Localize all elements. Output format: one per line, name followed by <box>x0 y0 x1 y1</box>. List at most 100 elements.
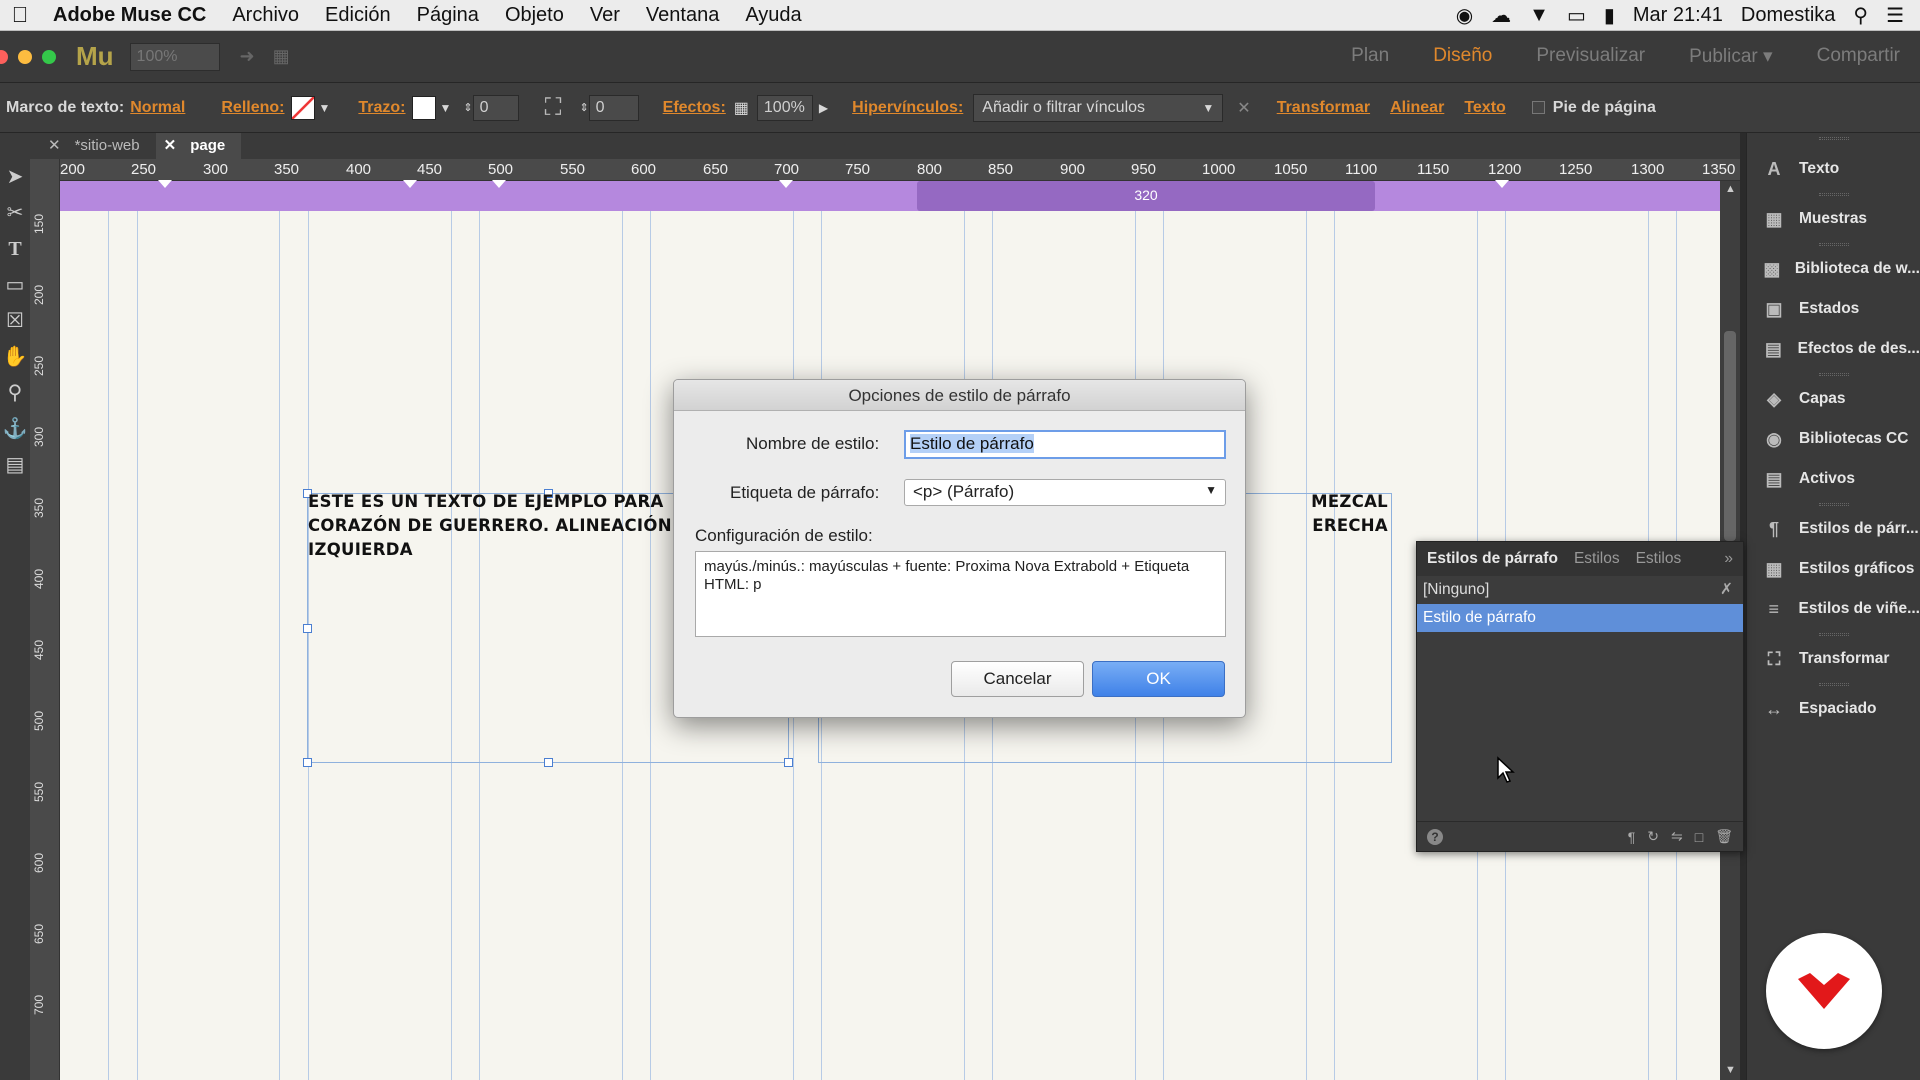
mode-publicar[interactable]: Publicar ▾ <box>1689 45 1772 68</box>
stroke-label[interactable]: Trazo: <box>358 99 405 117</box>
zoom-level-select[interactable]: 100% <box>129 42 220 71</box>
effects-label[interactable]: Efectos: <box>663 99 726 117</box>
corners-icon[interactable]: ⛶ <box>545 94 562 122</box>
horizontal-ruler[interactable]: 200 250 300 350 400 450 500 550 600 650 … <box>60 159 1740 181</box>
close-window-button[interactable] <box>0 49 8 64</box>
tab-styles[interactable]: Estilos <box>1574 550 1620 568</box>
menu-ventana[interactable]: Ventana <box>633 4 732 27</box>
scrollbar-thumb[interactable] <box>1724 331 1736 541</box>
preview-arrow-icon[interactable]: ➜ <box>240 46 255 67</box>
dock-grip[interactable] <box>1747 629 1920 639</box>
dock-grip[interactable] <box>1747 499 1920 509</box>
clear-link-icon[interactable]: ✕ <box>1237 98 1250 118</box>
panel-menu-icon[interactable]: » <box>1724 550 1743 568</box>
new-style-icon[interactable]: ¶ <box>1628 829 1636 845</box>
selection-tool-icon[interactable]: ➤ <box>0 159 30 195</box>
scroll-up-icon[interactable]: ▲ <box>1725 183 1736 195</box>
style-item-none[interactable]: [Ninguno] ✗ <box>1417 576 1743 604</box>
menu-edicion[interactable]: Edición <box>312 4 404 27</box>
crop-tool-icon[interactable]: ✂ <box>0 195 30 231</box>
stroke-swatch[interactable] <box>411 95 436 120</box>
breakpoint-marker[interactable] <box>492 180 506 188</box>
breakpoint-marker[interactable] <box>403 180 417 188</box>
text-link[interactable]: Texto <box>1464 99 1505 117</box>
trash-icon[interactable]: 🗑 <box>1715 828 1733 845</box>
hyperlinks-select[interactable]: Añadir o filtrar vínculos ▼ <box>973 93 1224 122</box>
mode-diseno[interactable]: Diseño <box>1433 45 1492 68</box>
dock-item-capas[interactable]: ◈ Capas <box>1747 379 1920 419</box>
opacity-input[interactable]: 100% <box>756 94 813 121</box>
dock-grip[interactable] <box>1747 133 1920 143</box>
sample-text-left[interactable]: ESTE ES UN TEXTO DE EJEMPLO PARA CORAZÓN… <box>308 490 672 562</box>
view-mode-icon[interactable]: ▦ <box>273 46 290 67</box>
stroke-dropdown-icon[interactable]: ▼ <box>440 101 452 115</box>
dock-item-activos[interactable]: ▤ Activos <box>1747 459 1920 499</box>
image-frame-tool-icon[interactable]: ☒ <box>0 303 30 339</box>
dock-item-estilos-parrafo[interactable]: ¶ Estilos de párr... <box>1747 509 1920 549</box>
dock-item-transformar[interactable]: ⛶ Transformar <box>1747 639 1920 679</box>
text-tool-icon[interactable]: T <box>0 231 30 267</box>
menu-archivo[interactable]: Archivo <box>219 4 312 27</box>
airplay-icon[interactable]: ▭ <box>1567 3 1586 28</box>
active-breakpoint[interactable]: 320 <box>917 181 1375 211</box>
vertical-ruler[interactable]: 150 200 250 300 350 400 450 500 550 600 … <box>30 159 77 1080</box>
resize-handle[interactable] <box>784 758 793 767</box>
menu-app-name[interactable]: Adobe Muse CC <box>40 4 219 27</box>
tab-styles-2[interactable]: Estilos <box>1636 550 1682 568</box>
dock-item-estados[interactable]: ▣ Estados <box>1747 289 1920 329</box>
close-icon[interactable]: ✕ <box>164 133 177 159</box>
dock-grip[interactable] <box>1747 369 1920 379</box>
ok-button[interactable]: OK <box>1092 661 1225 697</box>
menu-objeto[interactable]: Objeto <box>492 4 577 27</box>
help-icon[interactable]: ? <box>1427 828 1443 845</box>
dock-grip[interactable] <box>1747 679 1920 689</box>
clear-override-icon[interactable]: ✗ <box>1720 576 1733 604</box>
transform-link[interactable]: Transformar <box>1277 99 1370 117</box>
fill-swatch[interactable] <box>290 95 315 120</box>
notification-center-icon[interactable]: ☰ <box>1886 3 1904 28</box>
dock-item-muestras[interactable]: ▦ Muestras <box>1747 199 1920 239</box>
paragraph-tag-select[interactable]: <p> (Párrafo) ▼ <box>904 479 1226 506</box>
mode-plan[interactable]: Plan <box>1351 45 1389 68</box>
sample-text-right[interactable]: MEZCAL ERECHA <box>1250 490 1388 538</box>
wifi-icon[interactable]: ▼ <box>1529 4 1549 27</box>
tab-sitio-web[interactable]: ✕ *sitio-web <box>40 133 156 159</box>
hand-tool-icon[interactable]: ✋ <box>0 339 30 375</box>
corner-radius-input[interactable]: 0 <box>588 94 639 121</box>
record-icon[interactable]: ◉ <box>1456 3 1473 28</box>
mode-compartir[interactable]: Compartir <box>1817 45 1900 68</box>
footer-checkbox[interactable] <box>1531 101 1545 114</box>
close-icon[interactable]: ✕ <box>48 133 61 159</box>
tab-page[interactable]: ✕ page <box>155 133 242 159</box>
dock-item-estilos-vinetas[interactable]: ≡ Estilos de viñe... <box>1747 589 1920 629</box>
dock-item-biblioteca-widgets[interactable]: ▩ Biblioteca de w... <box>1747 249 1920 289</box>
opacity-arrow-icon[interactable]: ▶ <box>819 101 828 115</box>
rectangle-tool-icon[interactable]: ▭ <box>0 267 30 303</box>
unlink-style-icon[interactable]: ⇋ <box>1671 828 1683 845</box>
style-item-selected[interactable]: Estilo de párrafo <box>1417 604 1743 632</box>
minimize-window-button[interactable] <box>18 49 32 64</box>
resize-handle[interactable] <box>544 758 553 767</box>
dock-item-bibliotecas-cc[interactable]: ◉ Bibliotecas CC <box>1747 419 1920 459</box>
clock[interactable]: Mar 21:41 <box>1633 4 1723 27</box>
corner-stepper-icon[interactable]: ⇕ <box>579 101 588 114</box>
menu-pagina[interactable]: Página <box>404 4 492 27</box>
dock-item-estilos-graficos[interactable]: ▦ Estilos gráficos <box>1747 549 1920 589</box>
breakpoint-bar[interactable]: 320 <box>60 180 1720 211</box>
dock-item-espaciado[interactable]: ↔ Espaciado <box>1747 689 1920 729</box>
hyperlinks-label[interactable]: Hipervínculos: <box>852 99 963 117</box>
tab-paragraph-styles[interactable]: Estilos de párrafo <box>1427 550 1558 568</box>
align-link[interactable]: Alinear <box>1390 99 1444 117</box>
breakpoint-marker[interactable] <box>779 180 793 188</box>
user-name[interactable]: Domestika <box>1741 4 1835 27</box>
fill-dropdown-icon[interactable]: ▼ <box>319 101 331 115</box>
stroke-width-input[interactable]: 0 <box>472 94 519 121</box>
duplicate-style-icon[interactable]: □ <box>1695 829 1703 845</box>
dock-grip[interactable] <box>1747 189 1920 199</box>
scroll-down-icon[interactable]: ▼ <box>1725 1064 1736 1076</box>
redefine-style-icon[interactable]: ↻ <box>1647 828 1659 845</box>
dock-item-efectos-desplazamiento[interactable]: ▤ Efectos de des... <box>1747 329 1920 369</box>
text-frame-icon[interactable]: ▤ <box>0 447 30 483</box>
effects-icon[interactable]: ▦ <box>734 98 749 118</box>
breakpoint-marker[interactable] <box>158 180 172 188</box>
